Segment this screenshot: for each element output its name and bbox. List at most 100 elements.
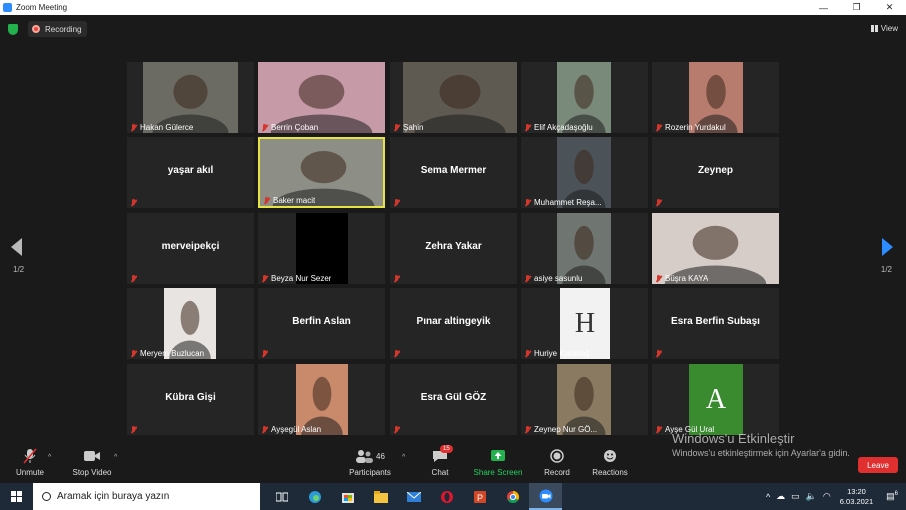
chat-unread-badge: 15 (440, 445, 453, 453)
leave-button[interactable]: Leave (858, 457, 898, 473)
participant-name: Şahin (403, 123, 424, 132)
reactions-button[interactable]: Reactions (578, 448, 642, 477)
maximize-button[interactable]: ❐ (840, 0, 873, 15)
video-options-caret-icon[interactable]: ^ (114, 454, 117, 461)
participant-display-name: Zehra Yakar (425, 241, 482, 252)
edge-browser-icon[interactable] (298, 483, 331, 510)
powerpoint-icon[interactable]: P (463, 483, 496, 510)
participant-tile[interactable]: Ayşegül Aslan (258, 364, 385, 435)
muted-mic-icon (524, 123, 531, 132)
participant-tile[interactable]: Kübra Gişi (127, 364, 254, 435)
opera-browser-icon[interactable] (430, 483, 463, 510)
participant-name-label: Şahin (393, 123, 423, 132)
participant-name-label (393, 350, 400, 358)
view-button[interactable]: View (870, 24, 898, 33)
participant-name: Berrin Çoban (271, 123, 319, 132)
volume-icon[interactable]: 🔈 (806, 491, 817, 502)
participant-tile[interactable]: asiye sasunlu (521, 213, 648, 284)
security-shield-icon[interactable] (8, 24, 18, 35)
participant-tile[interactable]: Şahin (390, 62, 517, 133)
participant-display-name: Esra Gül GÖZ (420, 392, 487, 403)
participant-name: Elif Akçadaşoğlu (534, 123, 593, 132)
participant-name: Baker macit (273, 196, 316, 205)
zoom-taskbar-icon[interactable] (529, 483, 562, 510)
clock-date: 6.03.2021 (839, 496, 874, 506)
muted-mic-icon (393, 426, 400, 434)
close-button[interactable]: ✕ (873, 0, 906, 15)
participant-tile[interactable]: Zehra Yakar (390, 213, 517, 284)
muted-mic-icon (524, 425, 531, 434)
watermark-subtitle: Windows'u etkinleştirmek için Ayarlar'a … (672, 448, 850, 458)
recording-indicator[interactable]: Recording (28, 21, 88, 37)
participant-name-label: Huriye Karadağ (524, 349, 590, 358)
participant-name-label: Rozerin Yurdakul (655, 123, 726, 132)
taskbar-clock[interactable]: 13:20 6.03.2021 (840, 487, 873, 507)
participant-tile[interactable]: yaşar akıl (127, 137, 254, 208)
participant-tile[interactable]: Elif Akçadaşoğlu (521, 62, 648, 133)
previous-page-arrow-icon[interactable] (11, 238, 22, 256)
participant-tile[interactable]: Muhammet Reşa... (521, 137, 648, 208)
participants-button[interactable]: 46 Participants (338, 448, 402, 477)
battery-icon[interactable]: ▭ (791, 491, 800, 502)
share-screen-icon (491, 450, 505, 461)
participant-tile[interactable]: Esra Berfin Subaşı (652, 288, 779, 359)
chrome-browser-icon[interactable] (496, 483, 529, 510)
view-label: View (880, 24, 898, 33)
participant-tile[interactable]: Büşra KAYA (652, 213, 779, 284)
participant-name-label (393, 199, 400, 207)
participant-tile[interactable]: Zeynep Nur GÖ... (521, 364, 648, 435)
stop-video-button[interactable]: Stop Video (60, 448, 124, 477)
participant-tile[interactable]: Sema Mermer (390, 137, 517, 208)
participant-tile[interactable]: Zeynep (652, 137, 779, 208)
muted-mic-icon (524, 198, 531, 207)
participant-tile[interactable]: Baker macit (258, 137, 385, 208)
muted-mic-icon (655, 123, 662, 132)
windows-start-icon[interactable] (11, 491, 22, 502)
muted-mic-icon (130, 349, 137, 358)
chat-button[interactable]: 15 Chat (408, 445, 472, 477)
muted-mic-icon (130, 199, 137, 207)
participant-name-label: Meryem Buzlucan (130, 349, 204, 358)
participant-tile[interactable]: Berrin Çoban (258, 62, 385, 133)
participant-tile[interactable]: Hakan Gülerce (127, 62, 254, 133)
video-camera-icon (84, 451, 100, 461)
muted-mic-icon (261, 425, 268, 434)
participants-options-caret-icon[interactable]: ^ (402, 454, 405, 461)
minimize-button[interactable]: — (807, 0, 840, 15)
taskbar-search-box[interactable]: Aramak için buraya yazın (33, 483, 260, 510)
file-explorer-icon[interactable] (364, 483, 397, 510)
wifi-icon[interactable]: ◠ (823, 491, 831, 502)
participant-name: Beyza Nur Sezer (271, 274, 332, 283)
participant-name: Rozerin Yurdakul (665, 123, 726, 132)
participant-name-label: Hakan Gülerce (130, 123, 193, 132)
participant-name-label (655, 199, 662, 207)
notification-center-icon[interactable]: ▤6 (886, 491, 898, 502)
participant-tile[interactable]: Pınar altingeyik (390, 288, 517, 359)
participant-tile[interactable]: merveipekçi (127, 213, 254, 284)
store-icon[interactable] (331, 483, 364, 510)
participant-name: Muhammet Reşa... (534, 198, 602, 207)
audio-options-caret-icon[interactable]: ^ (48, 454, 51, 461)
participant-tile[interactable]: Esra Gül GÖZ (390, 364, 517, 435)
mail-icon[interactable] (397, 483, 430, 510)
participant-name-label: Zeynep Nur GÖ... (524, 425, 597, 434)
tray-chevron-icon[interactable]: ^ (766, 492, 770, 502)
unmute-button[interactable]: Unmute (0, 448, 62, 477)
participant-tile[interactable]: Meryem Buzlucan (127, 288, 254, 359)
participant-tile[interactable]: Beyza Nur Sezer (258, 213, 385, 284)
meeting-topbar: Recording View (0, 15, 906, 43)
onedrive-cloud-icon[interactable]: ☁ (776, 491, 785, 502)
participant-tile[interactable]: H Huriye Karadağ (521, 288, 648, 359)
next-page-arrow-icon[interactable] (882, 238, 893, 256)
participants-count: 46 (376, 451, 385, 461)
participant-display-name: merveipekçi (161, 241, 220, 252)
participant-tile[interactable]: Rozerin Yurdakul (652, 62, 779, 133)
unmute-label: Unmute (15, 468, 44, 477)
share-screen-button[interactable]: Share Screen (466, 448, 530, 477)
participant-tile[interactable]: A Ayşe Gül Ural (652, 364, 779, 435)
participant-tile[interactable]: Berfin Aslan (258, 288, 385, 359)
record-label: Record (544, 468, 570, 477)
task-view-icon[interactable] (265, 483, 298, 510)
muted-mic-icon (130, 275, 137, 283)
participant-name: Zeynep Nur GÖ... (534, 425, 598, 434)
